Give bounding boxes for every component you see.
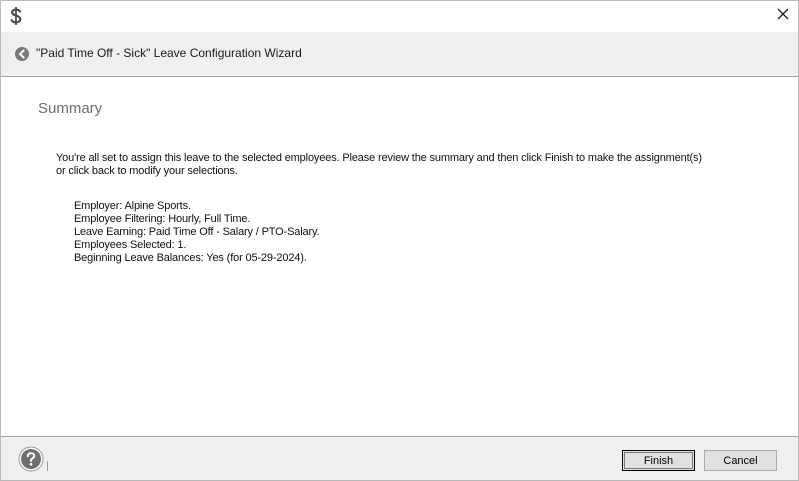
detail-employees-selected: Employees Selected: 1. <box>74 239 187 251</box>
summary-details: Employer: Alpine Sports. Employee Filter… <box>74 200 320 265</box>
detail-beginning-balances: Beginning Leave Balances: Yes (for 05-29… <box>74 252 307 264</box>
intro-line: You're all set to assign this leave to t… <box>56 152 702 164</box>
detail-employer: Employer: Alpine Sports. <box>74 200 191 212</box>
detail-leave-earning: Leave Earning: Paid Time Off - Salary / … <box>74 226 320 238</box>
section-title: Summary <box>38 100 103 117</box>
title-bar <box>1 1 798 32</box>
close-icon <box>777 7 789 25</box>
footer-divider <box>47 461 48 471</box>
summary-intro: You're all set to assign this leave to t… <box>56 152 736 178</box>
finish-button[interactable]: Finish <box>622 450 695 471</box>
close-button[interactable] <box>768 1 798 31</box>
cancel-button[interactable]: Cancel <box>704 450 777 471</box>
dollar-sign-icon <box>9 5 23 27</box>
intro-line: or click back to modify your selections. <box>56 165 238 177</box>
wizard-header: "Paid Time Off - Sick" Leave Configurati… <box>1 32 798 77</box>
back-arrow-icon[interactable] <box>14 46 30 62</box>
wizard-title: "Paid Time Off - Sick" Leave Configurati… <box>36 46 302 60</box>
help-icon[interactable] <box>18 446 44 472</box>
wizard-window: "Paid Time Off - Sick" Leave Configurati… <box>0 0 799 481</box>
wizard-footer: Finish Cancel <box>1 436 798 480</box>
detail-employee-filtering: Employee Filtering: Hourly, Full Time. <box>74 213 251 225</box>
summary-panel: Summary You're all set to assign this le… <box>1 78 798 436</box>
